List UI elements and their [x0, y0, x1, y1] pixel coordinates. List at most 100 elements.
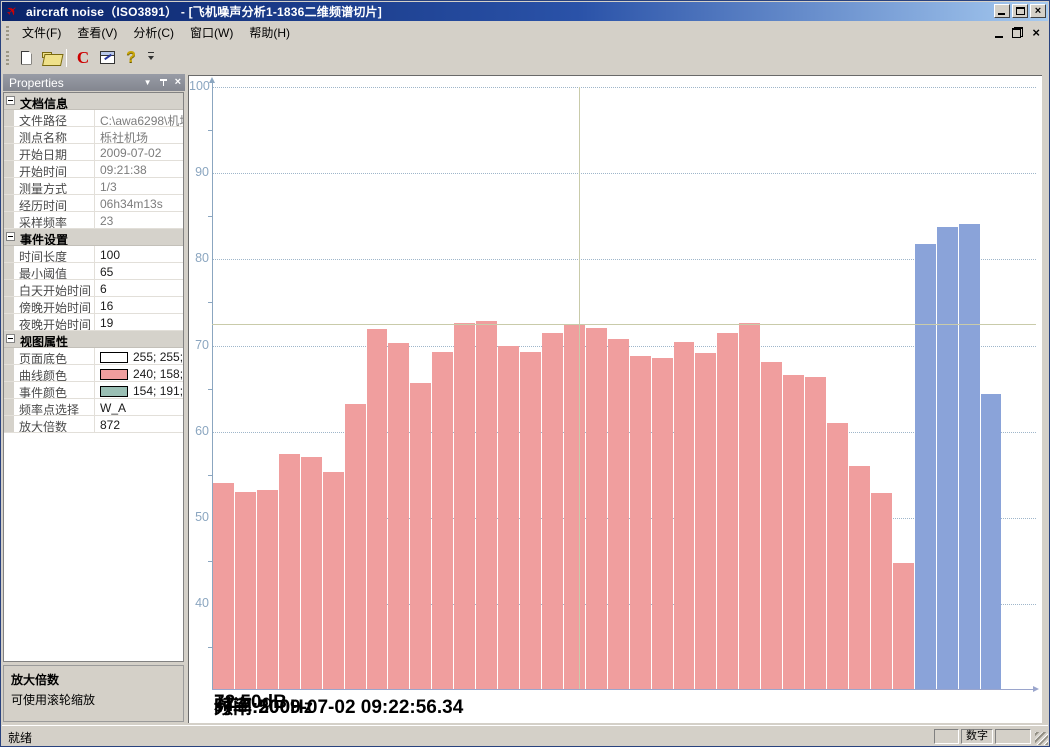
property-value[interactable]: 16 — [96, 297, 183, 313]
frequency-bar[interactable] — [893, 563, 914, 689]
frequency-bar[interactable] — [871, 493, 892, 689]
property-value[interactable]: C:\awa6298\机场 — [96, 110, 183, 126]
menu-view[interactable]: 查看(V) — [69, 21, 125, 44]
frequency-bar[interactable] — [805, 377, 826, 689]
minimize-button[interactable] — [994, 4, 1010, 18]
property-value[interactable]: 255; 255; 25 — [96, 348, 183, 364]
frequency-bar[interactable] — [564, 324, 585, 689]
frequency-bar[interactable] — [652, 358, 673, 689]
property-row[interactable]: 白天开始时间6 — [4, 280, 183, 297]
frequency-bar[interactable] — [301, 457, 322, 689]
app-icon[interactable]: ✈ — [2, 0, 25, 23]
frequency-bar[interactable] — [476, 321, 497, 689]
frequency-bar[interactable] — [783, 375, 804, 689]
menu-window[interactable]: 窗口(W) — [182, 21, 241, 44]
property-row[interactable]: 夜晚开始时间19 — [4, 314, 183, 331]
pin-icon[interactable] — [159, 77, 168, 88]
property-value[interactable]: 154; 191; 18 — [96, 382, 183, 398]
frequency-bar[interactable] — [959, 224, 980, 689]
frequency-bar[interactable] — [608, 339, 629, 689]
frequency-bar[interactable] — [739, 323, 760, 689]
frequency-bar[interactable] — [388, 343, 409, 689]
collapse-icon[interactable] — [6, 96, 15, 105]
property-row[interactable]: 时间长度100 — [4, 246, 183, 263]
menu-help[interactable]: 帮助(H) — [241, 21, 298, 44]
property-row[interactable]: 曲线颜色240; 158; 15 — [4, 365, 183, 382]
c-weighting-button[interactable]: C — [72, 47, 94, 69]
section-header[interactable]: 视图属性 — [4, 331, 183, 348]
frequency-bar[interactable] — [981, 394, 1002, 689]
frequency-bar[interactable] — [279, 454, 300, 689]
property-row[interactable]: 测点名称栎社机场 — [4, 127, 183, 144]
collapse-icon[interactable] — [6, 232, 15, 241]
help-button[interactable]: ? — [120, 47, 142, 69]
frequency-bar[interactable] — [520, 352, 541, 689]
properties-panel-header[interactable]: Properties ▼ × — [3, 74, 185, 91]
frequency-bar[interactable] — [586, 328, 607, 689]
frequency-bar[interactable] — [454, 323, 475, 689]
frequency-bar[interactable] — [827, 423, 848, 689]
property-row[interactable]: 开始时间09:21:38 — [4, 161, 183, 178]
frequency-bar[interactable] — [630, 356, 651, 689]
property-row[interactable]: 文件路径C:\awa6298\机场 — [4, 110, 183, 127]
section-header[interactable]: 事件设置 — [4, 229, 183, 246]
frequency-bar[interactable] — [498, 346, 519, 689]
property-row[interactable]: 页面底色255; 255; 25 — [4, 348, 183, 365]
close-button[interactable]: × — [1030, 4, 1046, 18]
property-row[interactable]: 放大倍数872 — [4, 416, 183, 433]
property-row[interactable]: 经历时间06h34m13s — [4, 195, 183, 212]
property-value[interactable]: 1/3 — [96, 178, 183, 194]
resize-grip[interactable] — [1035, 732, 1048, 745]
property-value[interactable]: 100 — [96, 246, 183, 262]
frequency-bar[interactable] — [849, 466, 870, 689]
property-value[interactable]: 19 — [96, 314, 183, 330]
frequency-bar[interactable] — [410, 383, 431, 689]
frequency-bar[interactable] — [213, 483, 234, 689]
frequency-bar[interactable] — [717, 333, 738, 689]
frequency-bar[interactable] — [695, 353, 716, 689]
spectrum-chart[interactable]: 405060708090100 72.50dB频率:500Hz时间:2009-0… — [188, 75, 1042, 723]
property-row[interactable]: 傍晚开始时间16 — [4, 297, 183, 314]
frequency-bar[interactable] — [235, 492, 256, 689]
menu-grip[interactable] — [6, 26, 9, 40]
property-value[interactable]: 2009-07-02 — [96, 144, 183, 160]
open-file-button[interactable] — [39, 47, 61, 69]
toolbar-grip[interactable] — [6, 51, 9, 65]
new-document-button[interactable] — [15, 47, 37, 69]
property-value[interactable]: 6 — [96, 280, 183, 296]
report-properties-button[interactable] — [96, 47, 118, 69]
frequency-bar[interactable] — [674, 342, 695, 689]
property-row[interactable]: 采样频率23 — [4, 212, 183, 229]
menu-file[interactable]: 文件(F) — [14, 21, 69, 44]
property-value[interactable]: 09:21:38 — [96, 161, 183, 177]
section-header[interactable]: 文档信息 — [4, 93, 183, 110]
property-value[interactable]: 240; 158; 15 — [96, 365, 183, 381]
property-row[interactable]: 最小阈值65 — [4, 263, 183, 280]
maximize-button[interactable] — [1012, 4, 1028, 18]
collapse-icon[interactable] — [6, 334, 15, 343]
property-row[interactable]: 频率点选择W_A — [4, 399, 183, 416]
frequency-bar[interactable] — [432, 352, 453, 689]
property-value[interactable]: 栎社机场 — [96, 127, 183, 143]
property-row[interactable]: 测量方式1/3 — [4, 178, 183, 195]
frequency-bar[interactable] — [323, 472, 344, 689]
property-value[interactable]: 23 — [96, 212, 183, 228]
property-value[interactable]: W_A — [96, 399, 183, 415]
panel-menu-icon[interactable]: ▼ — [144, 76, 152, 89]
property-value[interactable]: 65 — [96, 263, 183, 279]
property-row[interactable]: 事件颜色154; 191; 18 — [4, 382, 183, 399]
frequency-bar[interactable] — [761, 362, 782, 689]
frequency-bar[interactable] — [915, 244, 936, 689]
mdi-close-icon[interactable]: × — [1032, 26, 1040, 39]
toolbar-overflow-icon[interactable] — [146, 47, 157, 69]
property-value[interactable]: 872 — [96, 416, 183, 432]
mdi-minimize-icon[interactable] — [995, 36, 1003, 38]
property-row[interactable]: 开始日期2009-07-02 — [4, 144, 183, 161]
frequency-bar[interactable] — [257, 490, 278, 689]
menu-analyze[interactable]: 分析(C) — [125, 21, 182, 44]
frequency-bar[interactable] — [542, 333, 563, 689]
frequency-bar[interactable] — [937, 227, 958, 689]
mdi-restore-icon[interactable] — [1012, 27, 1023, 38]
frequency-bar[interactable] — [367, 329, 388, 689]
property-value[interactable]: 06h34m13s — [96, 195, 183, 211]
